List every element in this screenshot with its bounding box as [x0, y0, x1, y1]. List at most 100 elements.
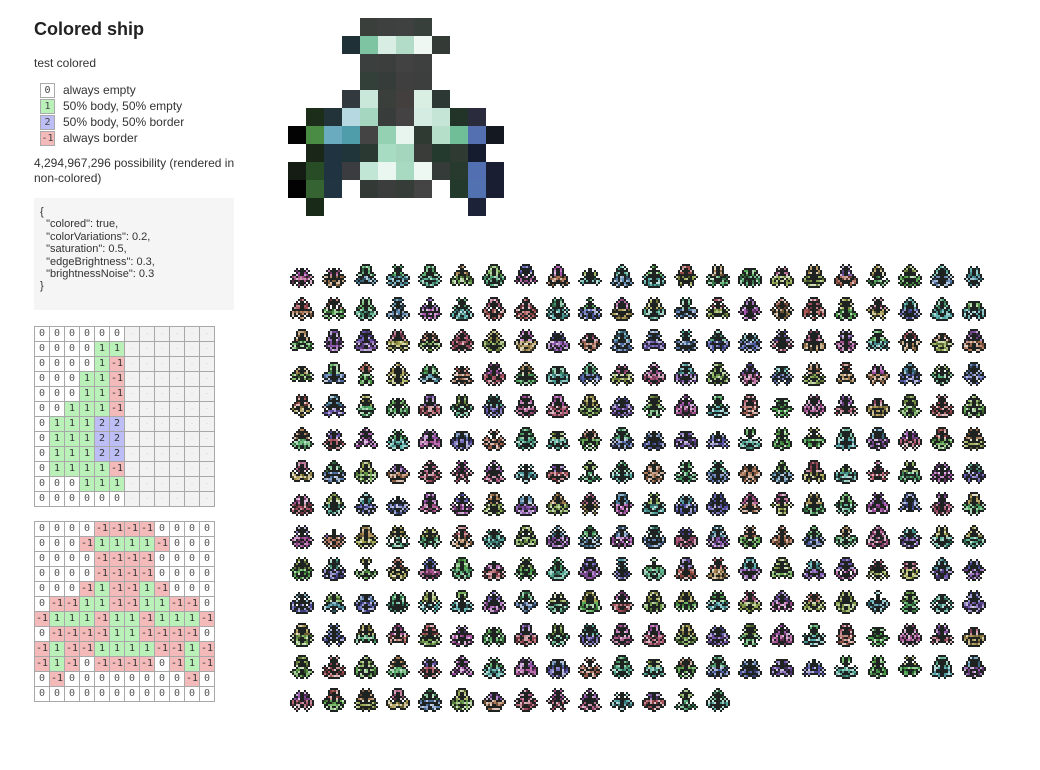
ship-thumbnail[interactable]: [802, 492, 826, 517]
ship-thumbnail[interactable]: [898, 622, 922, 647]
ship-thumbnail[interactable]: [450, 492, 474, 517]
ship-thumbnail[interactable]: [642, 524, 666, 549]
ship-thumbnail[interactable]: [802, 264, 826, 288]
ship-thumbnail[interactable]: [834, 557, 858, 582]
ship-thumbnail[interactable]: [738, 361, 762, 386]
ship-thumbnail[interactable]: [962, 622, 986, 647]
ship-thumbnail[interactable]: [482, 427, 506, 451]
ship-thumbnail[interactable]: [482, 394, 506, 419]
ship-thumbnail[interactable]: [546, 361, 570, 386]
mask-cell[interactable]: 0: [49, 386, 65, 402]
ship-thumbnail[interactable]: [514, 492, 538, 517]
ship-thumbnail[interactable]: [706, 590, 730, 614]
ship-thumbnail[interactable]: [322, 264, 346, 288]
mask-cell[interactable]: 0: [64, 476, 80, 492]
ship-thumbnail[interactable]: [866, 622, 890, 647]
ship-thumbnail[interactable]: [802, 296, 826, 321]
ship-thumbnail[interactable]: [546, 264, 570, 288]
ship-thumbnail[interactable]: [610, 361, 634, 386]
mask-cell[interactable]: 1: [79, 446, 95, 462]
ship-thumbnail[interactable]: [866, 361, 890, 386]
ship-thumbnail[interactable]: [738, 590, 762, 614]
ship-thumbnail[interactable]: [354, 524, 378, 549]
mask-cell[interactable]: 0: [49, 326, 65, 342]
ship-thumbnail[interactable]: [674, 361, 698, 386]
mask-cell[interactable]: 1: [94, 386, 110, 402]
mask-cell[interactable]: 0: [34, 461, 50, 477]
mask-cell[interactable]: 2: [109, 431, 125, 447]
ship-thumbnail[interactable]: [418, 361, 442, 386]
mask-cell[interactable]: 0: [64, 491, 80, 507]
ship-thumbnail[interactable]: [514, 394, 538, 419]
mask-cell[interactable]: -1: [109, 371, 125, 387]
mask-cell[interactable]: 1: [79, 461, 95, 477]
ship-thumbnail[interactable]: [450, 329, 474, 354]
ship-thumbnail[interactable]: [898, 459, 922, 484]
ship-thumbnail[interactable]: [962, 361, 986, 386]
ship-thumbnail[interactable]: [386, 655, 410, 680]
ship-thumbnail[interactable]: [898, 427, 922, 451]
ship-thumbnail[interactable]: [610, 622, 634, 647]
ship-thumbnail[interactable]: [770, 492, 794, 517]
ship-thumbnail[interactable]: [418, 524, 442, 549]
ship-thumbnail[interactable]: [450, 394, 474, 419]
ship-thumbnail[interactable]: [450, 687, 474, 712]
ship-thumbnail[interactable]: [578, 329, 602, 354]
ship-thumbnail[interactable]: [770, 459, 794, 484]
ship-thumbnail[interactable]: [930, 427, 954, 451]
mask-cell[interactable]: 1: [94, 461, 110, 477]
ship-thumbnail[interactable]: [802, 394, 826, 419]
ship-thumbnail[interactable]: [578, 296, 602, 321]
ship-thumbnail[interactable]: [482, 296, 506, 321]
ship-thumbnail[interactable]: [354, 687, 378, 712]
mask-cell[interactable]: 1: [94, 356, 110, 372]
ship-thumbnail[interactable]: [610, 296, 634, 321]
ship-thumbnail[interactable]: [482, 459, 506, 484]
ship-thumbnail[interactable]: [770, 264, 794, 288]
mask-cell[interactable]: 0: [64, 356, 80, 372]
ship-thumbnail[interactable]: [866, 590, 890, 614]
mask-cell[interactable]: 0: [79, 356, 95, 372]
ship-thumbnail[interactable]: [674, 687, 698, 712]
ship-thumbnail[interactable]: [386, 329, 410, 354]
ship-thumbnail[interactable]: [578, 687, 602, 712]
ship-thumbnail[interactable]: [930, 329, 954, 354]
mask-cell[interactable]: 1: [79, 431, 95, 447]
ship-thumbnail[interactable]: [834, 361, 858, 386]
ship-thumbnail[interactable]: [610, 557, 634, 582]
ship-thumbnail[interactable]: [674, 655, 698, 680]
ship-thumbnail[interactable]: [322, 655, 346, 680]
ship-thumbnail[interactable]: [642, 361, 666, 386]
ship-thumbnail[interactable]: [578, 459, 602, 484]
ship-thumbnail[interactable]: [386, 264, 410, 288]
ship-thumbnail[interactable]: [514, 296, 538, 321]
mask-cell[interactable]: 0: [34, 431, 50, 447]
ship-thumbnail[interactable]: [418, 655, 442, 680]
ship-thumbnail[interactable]: [930, 557, 954, 582]
ship-thumbnail[interactable]: [738, 427, 762, 451]
ship-thumbnail[interactable]: [290, 264, 314, 288]
ship-thumbnail[interactable]: [738, 622, 762, 647]
mask-cell[interactable]: 0: [109, 491, 125, 507]
ship-thumbnail[interactable]: [642, 655, 666, 680]
mask-cell[interactable]: 1: [109, 341, 125, 357]
ship-thumbnail[interactable]: [546, 492, 570, 517]
mask-cell[interactable]: 0: [49, 356, 65, 372]
ship-thumbnail[interactable]: [930, 655, 954, 680]
ship-thumbnail[interactable]: [546, 459, 570, 484]
ship-thumbnail[interactable]: [610, 655, 634, 680]
ship-thumbnail[interactable]: [610, 427, 634, 451]
ship-thumbnail[interactable]: [610, 687, 634, 712]
ship-thumbnail[interactable]: [674, 427, 698, 451]
ship-thumbnail[interactable]: [866, 329, 890, 354]
ship-thumbnail[interactable]: [674, 492, 698, 517]
ship-thumbnail[interactable]: [482, 492, 506, 517]
ship-thumbnail[interactable]: [930, 524, 954, 549]
ship-thumbnail[interactable]: [738, 459, 762, 484]
ship-thumbnail[interactable]: [290, 590, 314, 614]
mask-cell[interactable]: 0: [64, 341, 80, 357]
ship-thumbnail[interactable]: [482, 329, 506, 354]
ship-thumbnail[interactable]: [290, 557, 314, 582]
ship-thumbnail[interactable]: [322, 459, 346, 484]
ship-thumbnail[interactable]: [738, 492, 762, 517]
